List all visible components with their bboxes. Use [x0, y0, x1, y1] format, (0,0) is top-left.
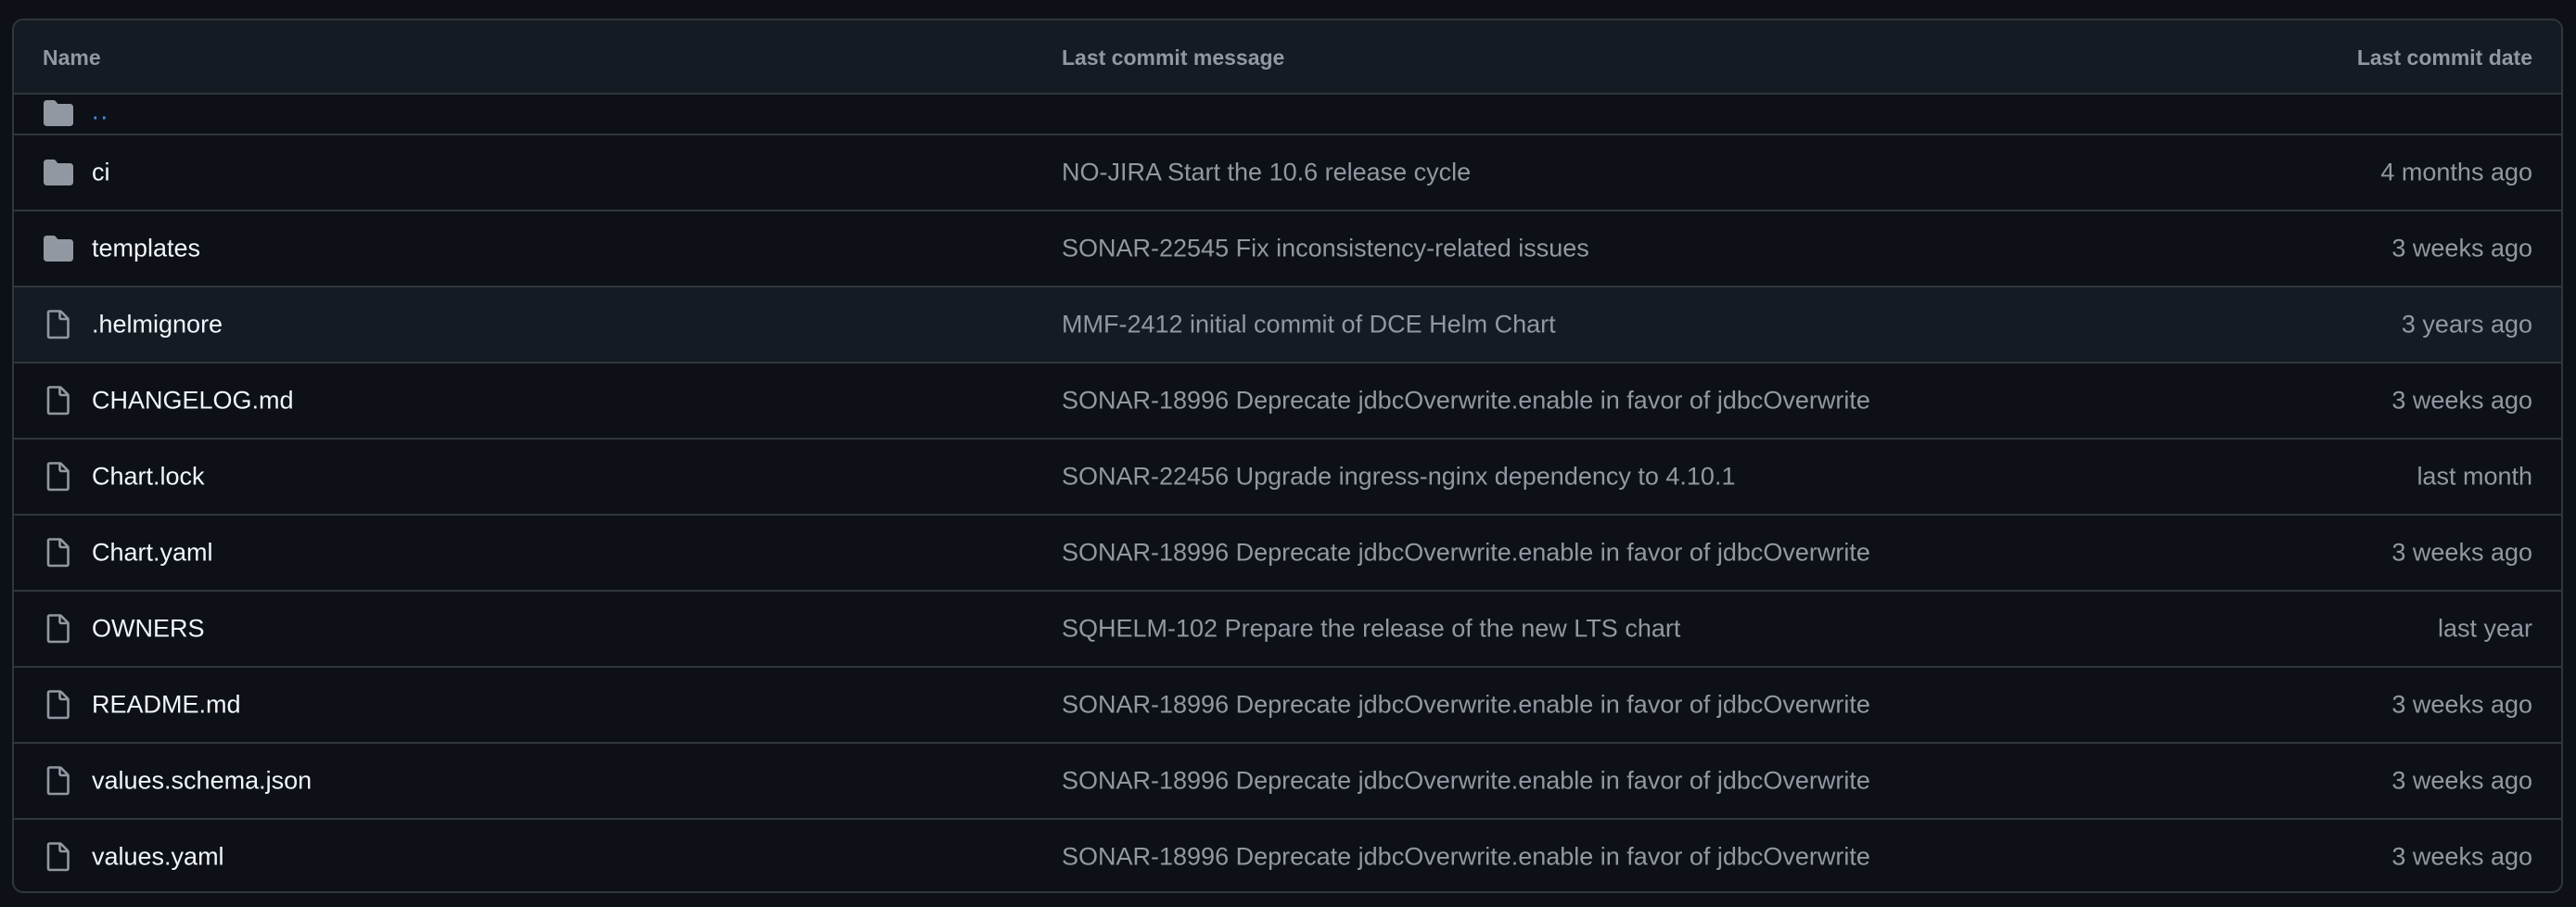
table-row[interactable]: values.schema.json SONAR-18996 Deprecate …: [14, 742, 2561, 818]
table-row[interactable]: Chart.yaml SONAR-18996 Deprecate jdbcOver…: [14, 514, 2561, 590]
commit-message-link[interactable]: SONAR-18996 Deprecate jdbcOverwrite.enab…: [1062, 387, 1870, 415]
table-row[interactable]: ci NO-JIRA Start the 10.6 release cycle 4 …: [14, 134, 2561, 210]
file-icon: [43, 385, 74, 416]
commit-message-link[interactable]: SONAR-18996 Deprecate jdbcOverwrite.enab…: [1062, 691, 1870, 720]
commit-date: 4 months ago: [2380, 158, 2532, 186]
parent-directory-link[interactable]: ..: [92, 97, 109, 126]
file-icon: [43, 537, 74, 568]
table-row[interactable]: README.md SONAR-18996 Deprecate jdbcOverw…: [14, 666, 2561, 742]
file-table: Name Last commit message Last commit dat…: [12, 19, 2563, 893]
column-header-message: Last commit message: [1062, 45, 1285, 70]
commit-message-link[interactable]: MMF-2412 initial commit of DCE Helm Char…: [1062, 311, 1556, 339]
table-row[interactable]: values.yaml SONAR-18996 Deprecate jdbcOve…: [14, 818, 2561, 891]
commit-date: 3 years ago: [2401, 310, 2532, 339]
folder-icon: [43, 233, 74, 264]
commit-date: 3 weeks ago: [2391, 766, 2532, 795]
file-icon: [43, 841, 74, 873]
table-row[interactable]: CHANGELOG.md SONAR-18996 Deprecate jdbcOv…: [14, 362, 2561, 438]
table-row[interactable]: Chart.lock SONAR-22456 Upgrade ingress-ng…: [14, 438, 2561, 514]
file-name-link[interactable]: OWNERS: [92, 615, 205, 644]
commit-message-link[interactable]: NO-JIRA Start the 10.6 release cycle: [1062, 159, 1471, 187]
folder-icon: [43, 157, 74, 188]
file-name-link[interactable]: ci: [92, 159, 110, 187]
commit-date: 3 weeks ago: [2391, 538, 2532, 567]
commit-message-link[interactable]: SONAR-22545 Fix inconsistency-related is…: [1062, 235, 1589, 263]
table-row[interactable]: OWNERS SQHELM-102 Prepare the release of …: [14, 590, 2561, 666]
file-icon: [43, 765, 74, 797]
commit-date: last year: [2437, 614, 2532, 643]
file-icon: [43, 461, 74, 492]
commit-date: 3 weeks ago: [2391, 842, 2532, 871]
table-row[interactable]: templates SONAR-22545 Fix inconsistency-r…: [14, 210, 2561, 286]
file-name-link[interactable]: values.yaml: [92, 843, 224, 872]
commit-message-link[interactable]: SONAR-18996 Deprecate jdbcOverwrite.enab…: [1062, 767, 1870, 796]
commit-date: 3 weeks ago: [2391, 234, 2532, 262]
table-row[interactable]: .helmignore MMF-2412 initial commit of DC…: [14, 286, 2561, 362]
commit-date: 3 weeks ago: [2391, 690, 2532, 719]
commit-date: last month: [2417, 462, 2532, 491]
commit-message-link[interactable]: SONAR-18996 Deprecate jdbcOverwrite.enab…: [1062, 843, 1870, 872]
commit-date: 3 weeks ago: [2391, 386, 2532, 415]
file-name-link[interactable]: CHANGELOG.md: [92, 387, 294, 415]
file-name-link[interactable]: README.md: [92, 691, 241, 720]
table-header: Name Last commit message Last commit dat…: [14, 20, 2561, 95]
commit-message-link[interactable]: SONAR-22456 Upgrade ingress-nginx depend…: [1062, 463, 1735, 492]
file-name-link[interactable]: templates: [92, 235, 200, 263]
folder-icon: [43, 97, 74, 129]
file-name-link[interactable]: values.schema.json: [92, 767, 312, 796]
file-icon: [43, 689, 74, 721]
file-name-link[interactable]: .helmignore: [92, 311, 223, 339]
column-header-date: Last commit date: [2356, 45, 2532, 70]
file-name-link[interactable]: Chart.lock: [92, 463, 205, 492]
commit-message-link[interactable]: SONAR-18996 Deprecate jdbcOverwrite.enab…: [1062, 539, 1870, 568]
file-icon: [43, 613, 74, 645]
parent-directory-row[interactable]: ..: [14, 95, 2561, 134]
file-name-link[interactable]: Chart.yaml: [92, 539, 213, 568]
file-icon: [43, 309, 74, 340]
column-header-name: Name: [43, 45, 101, 70]
commit-message-link[interactable]: SQHELM-102 Prepare the release of the ne…: [1062, 615, 1680, 644]
